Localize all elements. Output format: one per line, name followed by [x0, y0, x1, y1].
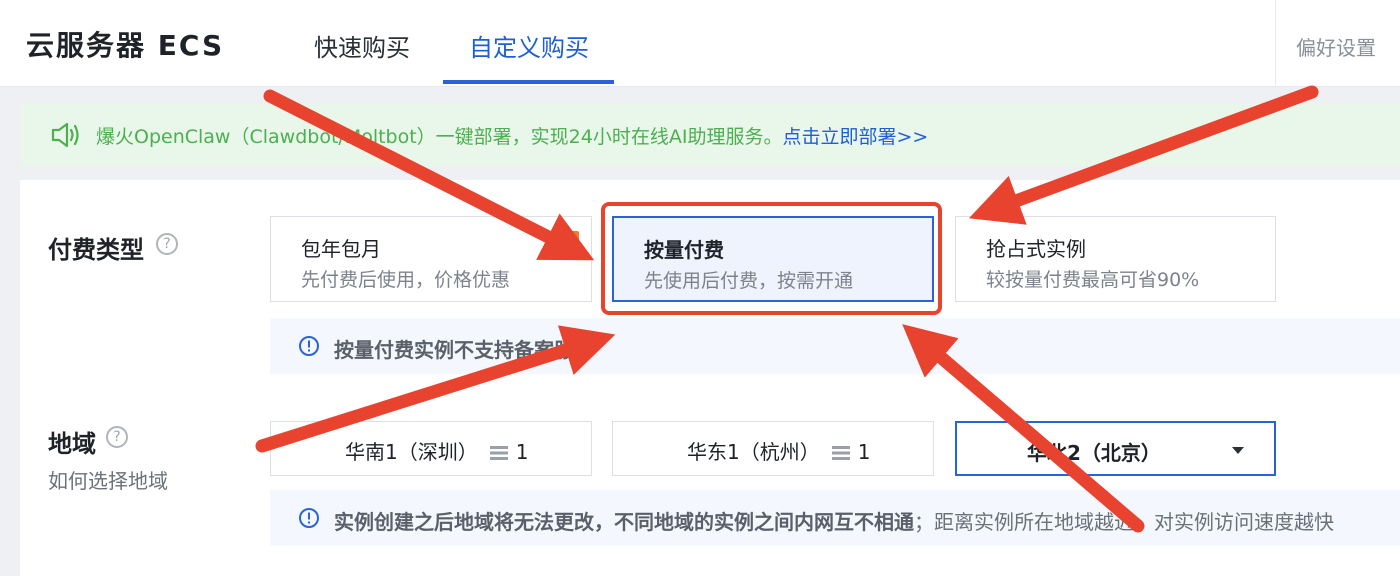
billing-option-title: 按量付费 [644, 238, 724, 262]
billing-option-desc: 先使用后付费，按需开通 [644, 270, 854, 292]
region-notice-bold: 实例创建之后地域将无法更改，不同地域的实例之间内网互不相通 [334, 510, 914, 534]
top-header: 云服务器 ECS 快速购买 自定义购买 偏好设置 [0, 0, 1400, 87]
promo-banner: 爆火OpenClaw（Clawdbot/Moltbot）一键部署，实现24小时在… [20, 104, 1400, 166]
preference-area: 偏好设置 [1275, 0, 1400, 86]
page-title: 云服务器 ECS [26, 29, 225, 62]
billing-type-label: 付费类型 [48, 236, 144, 264]
chevron-down-icon [1232, 447, 1244, 454]
region-option-shenzhen[interactable]: 华南1（深圳） 1 [270, 421, 592, 476]
active-tab-indicator [443, 80, 614, 84]
server-icon [489, 442, 508, 466]
region-name: 华南1（深圳） [345, 440, 478, 464]
banner-deploy-link[interactable]: 点击立即部署>> [782, 126, 928, 148]
region-select-beijing[interactable]: 华北2（北京） [955, 421, 1276, 476]
region-help-link[interactable]: 如何选择地域 [48, 465, 168, 494]
zone-count: 1 [857, 440, 871, 464]
tab-quick-buy[interactable]: 快速购买 [314, 28, 410, 63]
billing-option-desc: 先付费后使用，价格优惠 [301, 269, 511, 291]
billing-option-title: 包年包月 [301, 237, 381, 261]
tab-custom-buy[interactable]: 自定义购买 [469, 28, 589, 63]
region-help-icon[interactable]: ? [106, 426, 128, 448]
region-name: 华北2（北京） [1027, 441, 1161, 465]
discount-badge: 惠 [545, 231, 579, 259]
billing-option-title: 抢占式实例 [986, 237, 1086, 261]
zone-count: 1 [515, 440, 529, 464]
billing-option-subscription[interactable]: 包年包月 先付费后使用，价格优惠 惠 [270, 216, 592, 302]
billing-help-icon[interactable]: ? [156, 233, 178, 255]
speaker-icon [50, 121, 82, 153]
billing-option-pay-as-you-go[interactable]: 按量付费 先使用后付费，按需开通 [612, 216, 934, 302]
region-name: 华东1（杭州） [687, 440, 820, 464]
billing-notice: 按量付费实例不支持备案服务 [270, 318, 1400, 374]
region-notice-text: 实例创建之后地域将无法更改，不同地域的实例之间内网互不相通；距离实例所在地域越近… [334, 506, 1334, 535]
info-icon [298, 507, 320, 533]
info-icon [298, 335, 320, 361]
banner-message: 爆火OpenClaw（Clawdbot/Moltbot）一键部署，实现24小时在… [96, 122, 928, 149]
server-icon [831, 442, 850, 466]
region-label: 地域 [48, 430, 96, 458]
region-notice-light: ；距离实例所在地域越近，对实例访问速度越快 [914, 510, 1334, 534]
banner-text: 爆火OpenClaw（Clawdbot/Moltbot）一键部署，实现24小时在… [96, 126, 783, 148]
billing-option-preemptible[interactable]: 抢占式实例 较按量付费最高可省90% [955, 216, 1276, 302]
billing-notice-text: 按量付费实例不支持备案服务 [334, 338, 594, 362]
region-notice: 实例创建之后地域将无法更改，不同地域的实例之间内网互不相通；距离实例所在地域越近… [270, 490, 1400, 546]
preference-settings-link[interactable]: 偏好设置 [1296, 32, 1376, 61]
billing-option-desc: 较按量付费最高可省90% [986, 269, 1200, 291]
region-option-hangzhou[interactable]: 华东1（杭州） 1 [612, 421, 934, 476]
